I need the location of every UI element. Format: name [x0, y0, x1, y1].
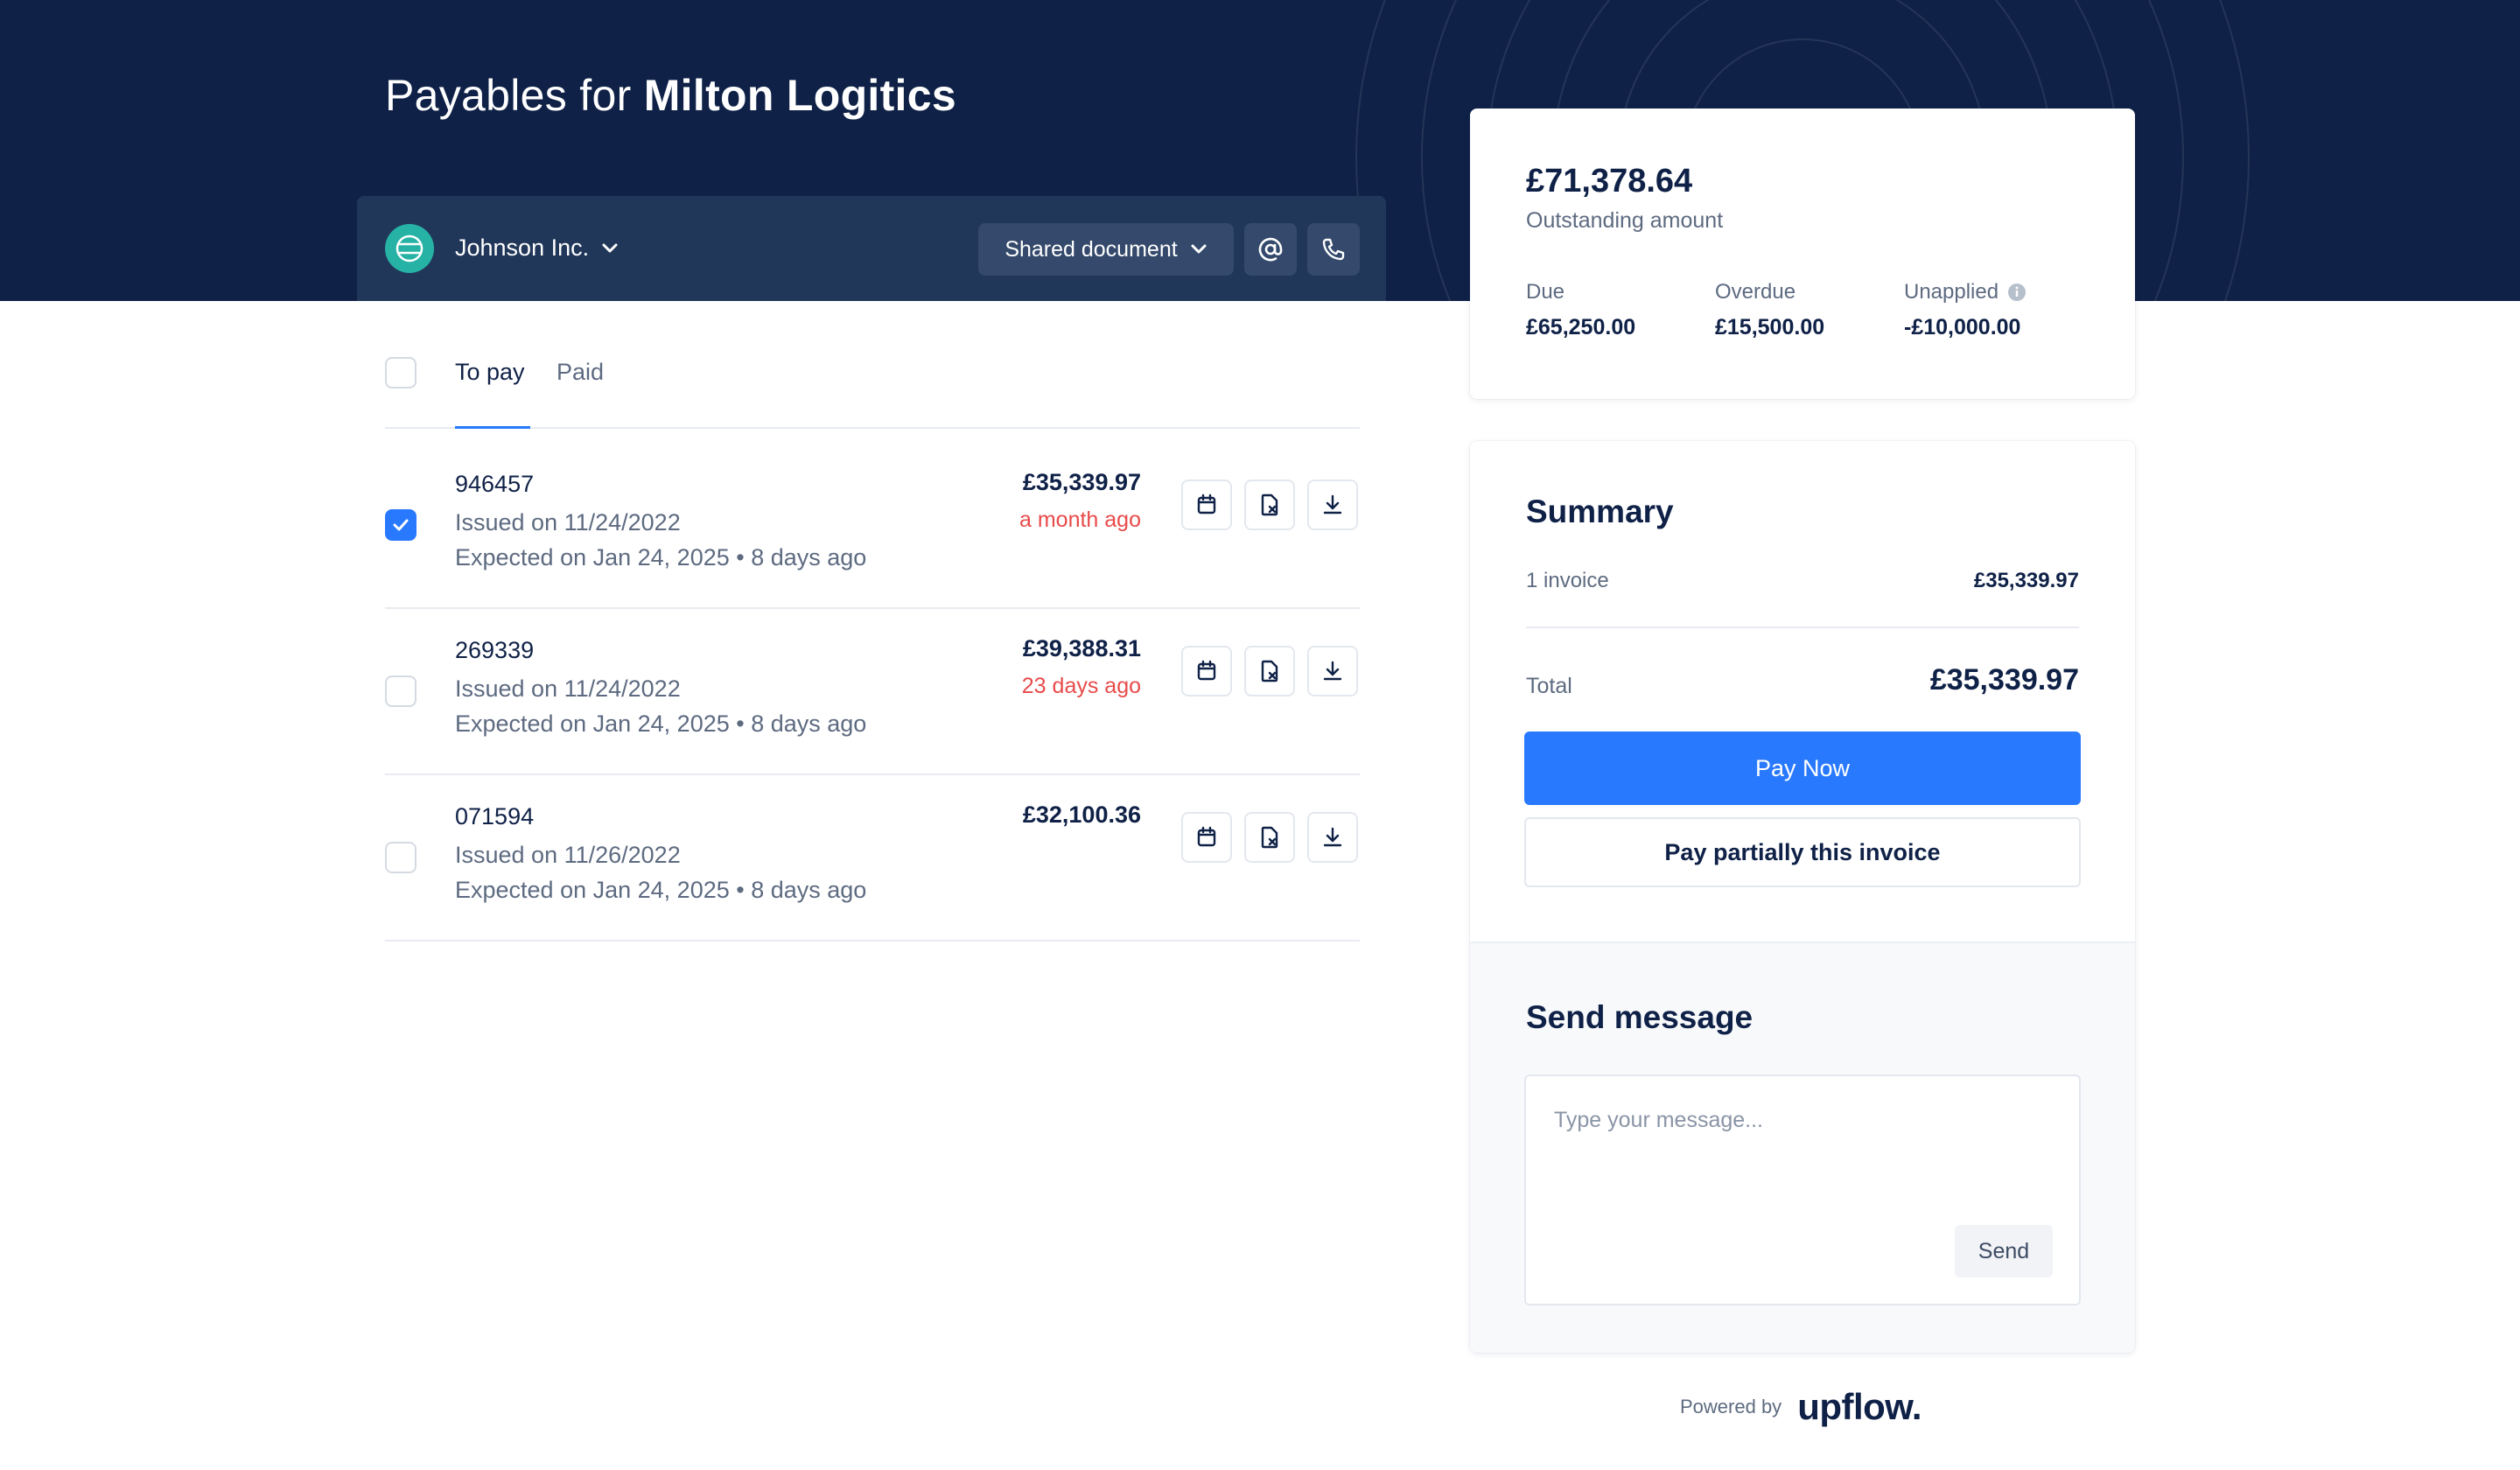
invoice-checkbox[interactable]: [385, 509, 416, 541]
pay-partially-button[interactable]: Pay partially this invoice: [1524, 817, 2081, 887]
invoice-count-value: £35,339.97: [1973, 569, 2079, 592]
dispute-button[interactable]: [1244, 646, 1295, 696]
invoice-tabs: To pay Paid: [385, 350, 1360, 429]
unapplied-label: Unapplied: [1904, 280, 1999, 304]
document-x-icon: [1261, 660, 1278, 682]
invoice-row: 071594 Issued on 11/26/2022 Expected on …: [385, 775, 1360, 942]
outstanding-amount: £71,378.64: [1526, 163, 1693, 200]
outstanding-label: Outstanding amount: [1526, 208, 1724, 233]
invoice-expected-date: Expected on Jan 24, 2025 • 8 days ago: [455, 544, 867, 570]
invoice-row: 946457 Issued on 11/24/2022 Expected on …: [385, 443, 1360, 609]
download-button[interactable]: [1307, 646, 1358, 696]
invoice-checkbox[interactable]: [385, 676, 416, 707]
total-label: Total: [1526, 674, 1572, 698]
tab-to-pay[interactable]: To pay: [455, 359, 525, 386]
invoice-expected-date: Expected on Jan 24, 2025 • 8 days ago: [455, 877, 867, 903]
tab-paid[interactable]: Paid: [556, 359, 604, 386]
invoice-row: 269339 Issued on 11/24/2022 Expected on …: [385, 609, 1360, 775]
download-button[interactable]: [1307, 812, 1358, 863]
document-x-icon: [1261, 826, 1278, 849]
unapplied-header: Unapplied: [1904, 280, 2026, 304]
download-button[interactable]: [1307, 480, 1358, 530]
schedule-button[interactable]: [1181, 646, 1232, 696]
document-x-icon: [1261, 494, 1278, 516]
download-icon: [1323, 494, 1342, 514]
phone-icon: [1322, 238, 1345, 261]
invoice-issued-date: Issued on 11/24/2022: [455, 676, 681, 702]
due-value: £65,250.00: [1526, 315, 1636, 340]
overdue-label: Overdue: [1715, 280, 1796, 304]
schedule-button[interactable]: [1181, 480, 1232, 530]
summary-divider: [1526, 626, 2079, 628]
calendar-icon: [1197, 660, 1216, 681]
powered-by: Powered by upflow.: [1680, 1386, 1922, 1428]
invoice-amount: £39,388.31: [1022, 635, 1141, 662]
calendar-icon: [1197, 494, 1216, 514]
powered-by-label: Powered by: [1680, 1396, 1782, 1418]
invoice-issued-date: Issued on 11/24/2022: [455, 509, 681, 536]
outstanding-card: £71,378.64 Outstanding amount Due £65,25…: [1470, 108, 2135, 399]
invoice-amount: £32,100.36: [1022, 802, 1141, 828]
invoice-issued-date: Issued on 11/26/2022: [455, 842, 681, 868]
globe-icon: [396, 234, 424, 262]
send-message-title: Send message: [1526, 999, 1754, 1035]
schedule-button[interactable]: [1181, 812, 1232, 863]
select-all-checkbox[interactable]: [385, 357, 416, 388]
shared-document-label: Shared document: [1004, 236, 1178, 262]
page-title: Payables for Milton Logitics: [385, 70, 956, 121]
pay-now-button[interactable]: Pay Now: [1524, 732, 2081, 805]
calendar-icon: [1197, 826, 1216, 847]
download-icon: [1323, 661, 1342, 681]
invoice-age: a month ago: [1019, 508, 1141, 532]
invoice-number: 269339: [455, 637, 535, 663]
shared-document-dropdown[interactable]: Shared document: [978, 223, 1234, 276]
invoice-checkbox[interactable]: [385, 842, 416, 873]
download-icon: [1323, 827, 1342, 847]
company-name: Milton Logitics: [643, 71, 956, 120]
customer-logo: [385, 224, 434, 273]
summary-title: Summary: [1526, 494, 1674, 529]
check-icon: [393, 519, 409, 531]
upflow-logo[interactable]: upflow.: [1797, 1386, 1922, 1428]
due-label: Due: [1526, 280, 1565, 304]
active-tab-indicator: [455, 426, 530, 429]
invoice-age: 23 days ago: [1021, 674, 1141, 698]
customer-selector[interactable]: Johnson Inc.: [455, 234, 619, 262]
chevron-down-icon: [602, 243, 618, 252]
invoice-expected-date: Expected on Jan 24, 2025 • 8 days ago: [455, 710, 867, 737]
info-icon[interactable]: [2007, 283, 2026, 302]
invoice-number: 071594: [455, 803, 535, 830]
send-button[interactable]: Send: [1955, 1225, 2053, 1278]
send-message-section: Send message Type your message... Send: [1470, 942, 2135, 1353]
invoice-amount: £35,339.97: [1022, 469, 1141, 495]
at-sign-icon: [1258, 237, 1283, 262]
customer-name: Johnson Inc.: [455, 234, 590, 261]
page-title-prefix: Payables for: [385, 71, 632, 120]
dispute-button[interactable]: [1244, 480, 1295, 530]
message-input[interactable]: Type your message... Send: [1524, 1074, 2081, 1306]
message-placeholder: Type your message...: [1554, 1108, 1764, 1132]
unapplied-value: -£10,000.00: [1904, 315, 2021, 340]
total-value: £35,339.97: [1929, 663, 2079, 696]
invoice-number: 946457: [455, 471, 535, 497]
summary-card: Summary 1 invoice £35,339.97 Total £35,3…: [1470, 441, 2135, 1353]
invoice-count-label: 1 invoice: [1526, 569, 1609, 592]
chevron-down-icon: [1191, 244, 1207, 254]
email-button[interactable]: [1244, 223, 1297, 276]
dispute-button[interactable]: [1244, 812, 1295, 863]
overdue-value: £15,500.00: [1715, 315, 1825, 340]
customer-bar: Johnson Inc. Shared document: [357, 196, 1386, 301]
phone-button[interactable]: [1307, 223, 1360, 276]
